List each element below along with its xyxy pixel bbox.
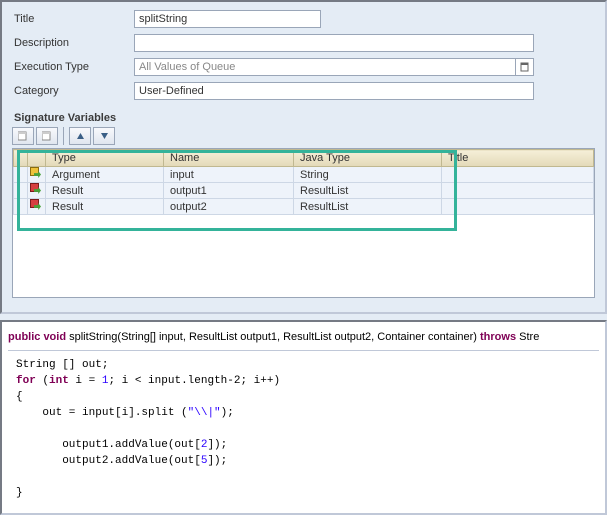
cell-java-type[interactable]: ResultList — [294, 199, 442, 215]
row-selector[interactable] — [14, 183, 28, 199]
add-row-button[interactable] — [12, 127, 34, 145]
cell-java-type[interactable]: String — [294, 167, 442, 183]
header-java[interactable]: Java Type — [294, 150, 442, 167]
row-type-icon — [28, 167, 46, 183]
sig-tail: Stre — [516, 331, 539, 343]
signature-table-wrapper: Type Name Java Type Title ArgumentinputS… — [12, 148, 595, 298]
signature-variables-title: Signature Variables — [12, 112, 595, 124]
dropdown-icon — [515, 59, 533, 75]
cell-java-type[interactable]: ResultList — [294, 183, 442, 199]
cell-title[interactable] — [442, 167, 594, 183]
code-panel: public void splitString(String[] input, … — [0, 320, 607, 515]
move-up-button[interactable] — [69, 127, 91, 145]
row-selector[interactable] — [14, 167, 28, 183]
description-label: Description — [12, 37, 134, 49]
cell-name[interactable]: output1 — [164, 183, 294, 199]
header-type[interactable]: Type — [46, 150, 164, 167]
toolbar-separator — [63, 127, 64, 145]
table-row[interactable]: Resultoutput1ResultList — [14, 183, 594, 199]
table-empty-space — [13, 215, 594, 287]
header-select — [14, 150, 28, 167]
title-label: Title — [12, 13, 134, 25]
code-body[interactable]: String [] out; for (int i = 1; i < input… — [8, 357, 599, 501]
cell-name[interactable]: input — [164, 167, 294, 183]
table-row[interactable]: Resultoutput2ResultList — [14, 199, 594, 215]
header-icon — [28, 150, 46, 167]
sig-body: splitString(String[] input, ResultList o… — [66, 331, 480, 343]
cell-type[interactable]: Argument — [46, 167, 164, 183]
header-name[interactable]: Name — [164, 150, 294, 167]
cell-name[interactable]: output2 — [164, 199, 294, 215]
signature-table: Type Name Java Type Title ArgumentinputS… — [13, 149, 594, 215]
title-row: Title — [12, 10, 595, 28]
execution-type-row: Execution Type All Values of Queue — [12, 58, 595, 76]
title-input[interactable] — [134, 10, 321, 28]
execution-type-label: Execution Type — [12, 61, 134, 73]
header-title[interactable]: Title — [442, 150, 594, 167]
description-row: Description — [12, 34, 595, 52]
row-type-icon — [28, 183, 46, 199]
move-down-button[interactable] — [93, 127, 115, 145]
table-row[interactable]: ArgumentinputString — [14, 167, 594, 183]
row-selector[interactable] — [14, 199, 28, 215]
row-type-icon — [28, 199, 46, 215]
category-label: Category — [12, 85, 134, 97]
method-signature: public void splitString(String[] input, … — [8, 326, 599, 351]
cell-type[interactable]: Result — [46, 199, 164, 215]
category-input[interactable] — [134, 82, 534, 100]
cell-title[interactable] — [442, 183, 594, 199]
table-toolbar — [12, 127, 595, 145]
kw-public-void: public void — [8, 331, 66, 343]
cell-type[interactable]: Result — [46, 183, 164, 199]
description-input[interactable] — [134, 34, 534, 52]
delete-row-button[interactable] — [36, 127, 58, 145]
function-properties-panel: Title Description Execution Type All Val… — [0, 0, 607, 314]
category-row: Category — [12, 82, 595, 100]
execution-type-value: All Values of Queue — [139, 61, 235, 73]
cell-title[interactable] — [442, 199, 594, 215]
kw-throws: throws — [480, 331, 516, 343]
execution-type-select[interactable]: All Values of Queue — [134, 58, 534, 76]
